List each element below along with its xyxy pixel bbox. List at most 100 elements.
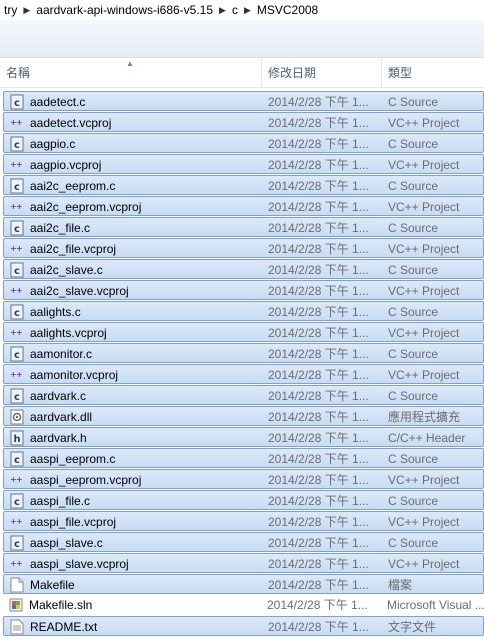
sort-ascending-icon: ▲	[126, 59, 134, 68]
file-name-cell: + + aai2c_file.vcproj	[10, 239, 266, 259]
command-bar	[0, 20, 484, 58]
file-name-label: aaspi_eeprom.c	[30, 452, 116, 466]
file-row[interactable]: c aaspi_file.c 2014/2/28 下午 1... C Source	[3, 490, 484, 510]
column-header-type[interactable]: 類型	[382, 58, 484, 88]
file-row[interactable]: + + aamonitor.vcproj 2014/2/28 下午 1... VC++ …	[3, 364, 484, 384]
file-date-cell: 2014/2/28 下午 1...	[268, 410, 369, 424]
file-name-label: Makefile.sln	[29, 598, 93, 612]
svg-text:c: c	[14, 497, 20, 508]
file-name-cell: c aai2c_file.c	[10, 218, 266, 238]
file-name-label: aaspi_slave.c	[30, 536, 103, 550]
file-name-cell: README.txt	[10, 617, 266, 637]
vcproj-icon: + +	[10, 325, 24, 341]
file-name-label: aardvark.c	[30, 389, 87, 403]
file-row[interactable]: + + aai2c_eeprom.vcproj 2014/2/28 下午 1... VC…	[3, 196, 484, 216]
file-type-cell: C Source	[388, 347, 439, 361]
file-name-cell: c aai2c_slave.c	[10, 260, 266, 280]
file-type-cell: C Source	[388, 452, 439, 466]
file-row[interactable]: c aai2c_eeprom.c 2014/2/28 下午 1... C Source	[3, 175, 484, 195]
file-name-cell: Makefile.sln	[9, 595, 265, 615]
file-date-cell: 2014/2/28 下午 1...	[268, 368, 369, 382]
file-name-label: aai2c_file.vcproj	[30, 242, 117, 256]
file-row[interactable]: c aai2c_file.c 2014/2/28 下午 1... C Source	[3, 217, 484, 237]
file-row[interactable]: Makefile 2014/2/28 下午 1... 檔案	[3, 574, 484, 594]
file-name-cell: c aaspi_eeprom.c	[10, 449, 266, 469]
file-name-label: aagpio.c	[30, 137, 76, 151]
file-name-label: aalights.c	[30, 305, 81, 319]
breadcrumb-item-try[interactable]: try	[4, 3, 17, 17]
c-source-icon: c	[10, 493, 24, 509]
breadcrumb-chevron-icon[interactable]: ▶	[219, 5, 226, 16]
c-source-icon: c	[10, 304, 24, 320]
svg-text:+: +	[16, 370, 23, 379]
svg-text:c: c	[14, 98, 20, 109]
file-name-cell: c aadetect.c	[10, 92, 266, 112]
file-row[interactable]: c aai2c_slave.c 2014/2/28 下午 1... C Source	[3, 259, 484, 279]
file-name-label: aai2c_eeprom.vcproj	[30, 200, 142, 214]
breadcrumb-item-package[interactable]: aardvark-api-windows-i686-v5.15	[36, 3, 213, 17]
file-name-cell: + + aagpio.vcproj	[10, 155, 266, 175]
file-date-cell: 2014/2/28 下午 1...	[268, 452, 369, 466]
file-name-cell: h aardvark.h	[10, 428, 266, 448]
file-date-cell: 2014/2/28 下午 1...	[268, 116, 369, 130]
file-name-cell: + + aadetect.vcproj	[10, 113, 266, 133]
vcproj-icon: + +	[10, 157, 24, 173]
column-header-date[interactable]: 修改日期	[262, 58, 382, 88]
c-source-icon: c	[10, 451, 24, 467]
file-row[interactable]: Makefile.sln 2014/2/28 下午 1... Microsoft V…	[3, 595, 484, 615]
c-source-icon: c	[10, 388, 24, 404]
file-name-label: aagpio.vcproj	[30, 158, 102, 172]
file-row[interactable]: + + aalights.vcproj 2014/2/28 下午 1... VC++ P…	[3, 322, 484, 342]
svg-text:c: c	[14, 392, 20, 403]
c-source-icon: c	[10, 262, 24, 278]
file-row[interactable]: c aagpio.c 2014/2/28 下午 1... C Source	[3, 133, 484, 153]
dll-icon	[10, 409, 24, 425]
file-name-cell: c aaspi_slave.c	[10, 533, 266, 553]
file-row[interactable]: c aadetect.c 2014/2/28 下午 1... C Source	[3, 91, 484, 111]
file-type-cell: C Source	[388, 494, 439, 508]
file-type-cell: VC++ Project	[388, 242, 460, 256]
file-row[interactable]: c aamonitor.c 2014/2/28 下午 1... C Source	[3, 343, 484, 363]
file-row[interactable]: c aaspi_slave.c 2014/2/28 下午 1... C Source	[3, 532, 484, 552]
column-header-row: 名稱 修改日期 類型 ▲	[0, 58, 484, 88]
file-date-cell: 2014/2/28 下午 1...	[268, 515, 369, 529]
file-name-label: aaspi_file.c	[30, 494, 91, 508]
file-date-cell: 2014/2/28 下午 1...	[268, 326, 369, 340]
file-row[interactable]: + + aai2c_slave.vcproj 2014/2/28 下午 1... VC+…	[3, 280, 484, 300]
file-row[interactable]: + + aaspi_eeprom.vcproj 2014/2/28 下午 1... VC…	[3, 469, 484, 489]
file-row[interactable]: c aardvark.c 2014/2/28 下午 1... C Source	[3, 385, 484, 405]
file-row[interactable]: h aardvark.h 2014/2/28 下午 1... C/C++ Header	[3, 427, 484, 447]
file-date-cell: 2014/2/28 下午 1...	[268, 557, 369, 571]
file-row[interactable]: + + aadetect.vcproj 2014/2/28 下午 1... VC++ P…	[3, 112, 484, 132]
file-type-cell: VC++ Project	[388, 116, 460, 130]
breadcrumb-item-c[interactable]: c	[232, 3, 238, 17]
file-row[interactable]: c aalights.c 2014/2/28 下午 1... C Source	[3, 301, 484, 321]
svg-text:c: c	[14, 266, 20, 277]
file-date-cell: 2014/2/28 下午 1...	[268, 137, 369, 151]
file-row[interactable]: + + aagpio.vcproj 2014/2/28 下午 1... VC++ Pro…	[3, 154, 484, 174]
vcproj-icon: + +	[10, 367, 24, 383]
breadcrumb-item-msvc2008[interactable]: MSVC2008	[257, 3, 318, 17]
file-type-cell: VC++ Project	[388, 515, 460, 529]
svg-text:c: c	[14, 455, 20, 466]
file-row[interactable]: + + aaspi_slave.vcproj 2014/2/28 下午 1... VC+…	[3, 553, 484, 573]
file-row[interactable]: + + aaspi_file.vcproj 2014/2/28 下午 1... VC++…	[3, 511, 484, 531]
breadcrumb: try ▶ aardvark-api-windows-i686-v5.15 ▶ …	[0, 0, 484, 20]
vcproj-icon: + +	[10, 115, 24, 131]
file-name-cell: c aaspi_file.c	[10, 491, 266, 511]
file-row[interactable]: c aaspi_eeprom.c 2014/2/28 下午 1... C Source	[3, 448, 484, 468]
file-date-cell: 2014/2/28 下午 1...	[268, 242, 369, 256]
file-row[interactable]: + + aai2c_file.vcproj 2014/2/28 下午 1... VC++…	[3, 238, 484, 258]
file-type-cell: C/C++ Header	[388, 431, 466, 445]
file-name-cell: c aardvark.c	[10, 386, 266, 406]
file-name-label: aai2c_slave.vcproj	[30, 284, 129, 298]
vcproj-icon: + +	[10, 283, 24, 299]
file-name-label: aamonitor.vcproj	[30, 368, 119, 382]
file-row[interactable]: README.txt 2014/2/28 下午 1... 文字文件	[3, 616, 484, 636]
svg-text:c: c	[14, 182, 20, 193]
file-row[interactable]: aardvark.dll 2014/2/28 下午 1... 應用程式擴充	[3, 406, 484, 426]
file-name-cell: c aamonitor.c	[10, 344, 266, 364]
breadcrumb-chevron-icon[interactable]: ▶	[23, 5, 30, 16]
text-file-icon	[10, 619, 24, 635]
breadcrumb-chevron-icon[interactable]: ▶	[244, 5, 251, 16]
